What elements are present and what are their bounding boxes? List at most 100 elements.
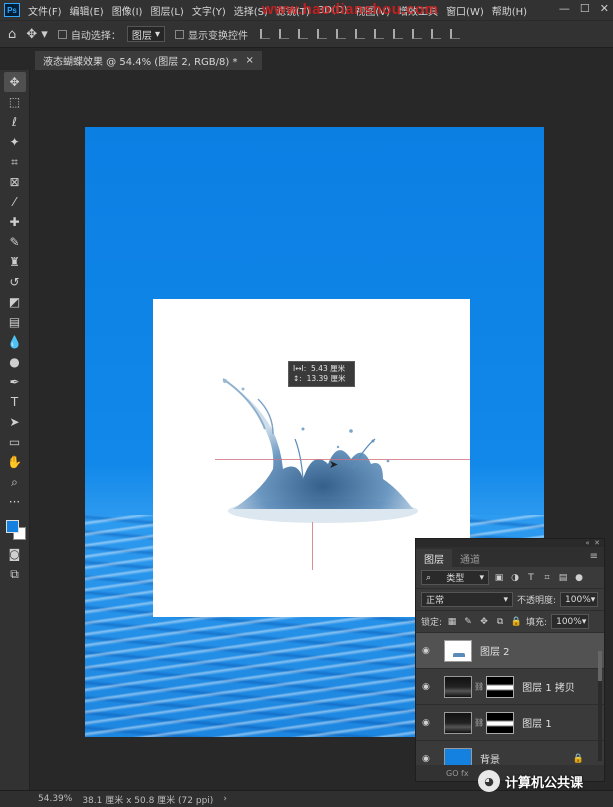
measure-height-row: ↕: 13.39 厘米 bbox=[293, 374, 350, 384]
layer-row-layer-1[interactable]: ◉ ⛓ 图层 1 bbox=[416, 705, 604, 741]
lasso-tool-icon[interactable]: ℓ bbox=[4, 112, 26, 132]
menu-type[interactable]: 文字(Y) bbox=[192, 3, 226, 18]
document-tab-title: 液态蝴蝶效果 @ 54.4% (图层 2, RGB/8) * bbox=[43, 57, 238, 68]
chain-link-icon[interactable]: ⛓ bbox=[474, 718, 484, 727]
menu-help[interactable]: 帮助(H) bbox=[492, 3, 527, 18]
gradient-tool-icon[interactable]: ▤ bbox=[4, 312, 26, 332]
layers-scrollbar-thumb[interactable] bbox=[598, 651, 602, 681]
magic-wand-tool-icon[interactable]: ✦ bbox=[4, 132, 26, 152]
pen-tool-icon[interactable]: ✒ bbox=[4, 372, 26, 392]
auto-select-checkbox[interactable] bbox=[57, 29, 67, 39]
align-top-icon[interactable] bbox=[317, 29, 328, 39]
eye-icon[interactable]: ◉ bbox=[422, 682, 436, 692]
eye-icon[interactable]: ◉ bbox=[422, 718, 436, 728]
rectangle-tool-icon[interactable]: ▭ bbox=[4, 432, 26, 452]
lock-position-icon[interactable]: ✥ bbox=[478, 617, 490, 627]
blend-row: 正常 ▾ 不透明度: 100% ▾ bbox=[416, 589, 604, 611]
close-window-icon[interactable]: ✕ bbox=[600, 2, 609, 15]
move-tool-preset-icon[interactable]: ✥ ▾ bbox=[26, 27, 48, 42]
distribute-v-icon[interactable] bbox=[412, 29, 423, 39]
home-icon[interactable]: ⌂ bbox=[8, 27, 16, 42]
auto-select-dropdown[interactable]: 图层 ▾ bbox=[126, 26, 166, 42]
foreground-color-swatch[interactable] bbox=[5, 520, 19, 533]
stamp-tool-icon[interactable]: ♜ bbox=[4, 252, 26, 272]
move-tool-icon[interactable]: ✥ bbox=[3, 72, 26, 92]
eye-icon[interactable]: ◉ bbox=[422, 754, 436, 764]
layer-filter-value: 类型 bbox=[446, 574, 465, 584]
eye-icon[interactable]: ◉ bbox=[422, 646, 436, 656]
frame-tool-icon[interactable]: ⊠ bbox=[4, 172, 26, 192]
menu-layer[interactable]: 图层(L) bbox=[150, 3, 183, 18]
blur-tool-icon[interactable]: 💧 bbox=[4, 332, 26, 352]
filter-adjustment-icon[interactable]: ◑ bbox=[509, 573, 521, 583]
fill-value: 100% bbox=[556, 616, 582, 627]
panel-collapse-bar[interactable]: « ✕ bbox=[416, 539, 604, 547]
lock-image-icon[interactable]: ✎ bbox=[462, 617, 474, 627]
more-options-icon[interactable] bbox=[450, 29, 461, 39]
layer-row-layer-2[interactable]: ◉ 图层 2 bbox=[416, 633, 604, 669]
panel-menu-icon[interactable]: ≡ bbox=[590, 551, 598, 562]
menu-file[interactable]: 文件(F) bbox=[28, 3, 62, 18]
filter-pixel-icon[interactable]: ▣ bbox=[493, 573, 505, 583]
chain-link-icon[interactable]: ⛓ bbox=[474, 682, 484, 691]
layer-filter-dropdown[interactable]: ⌕ 类型 ▾ bbox=[421, 570, 489, 585]
zoom-tool-icon[interactable]: ⌕ bbox=[4, 472, 26, 492]
layer-row-layer-1-copy[interactable]: ◉ ⛓ 图层 1 拷贝 bbox=[416, 669, 604, 705]
water-splash-image bbox=[222, 378, 418, 523]
eyedropper-tool-icon[interactable]: ⁄ bbox=[4, 192, 26, 212]
quick-mask-icon[interactable]: ◙ bbox=[4, 544, 26, 564]
lock-transparent-icon[interactable]: ▦ bbox=[446, 617, 458, 627]
align-bottom-icon[interactable] bbox=[355, 29, 366, 39]
align-right-icon[interactable] bbox=[298, 29, 309, 39]
brush-tool-icon[interactable]: ✎ bbox=[4, 232, 26, 252]
panel-tabs: 图层 通道 ≡ bbox=[416, 547, 604, 567]
screen-mode-icon[interactable]: ⧉ bbox=[4, 564, 26, 584]
distribute-icon[interactable] bbox=[374, 29, 385, 39]
menu-window[interactable]: 窗口(W) bbox=[446, 3, 484, 18]
status-arrow-icon[interactable]: › bbox=[223, 794, 227, 804]
crop-tool-icon[interactable]: ⌗ bbox=[4, 152, 26, 172]
hand-tool-icon[interactable]: ✋ bbox=[4, 452, 26, 472]
path-selection-tool-icon[interactable]: ➤ bbox=[4, 412, 26, 432]
layer-mask-thumbnail[interactable] bbox=[486, 711, 515, 734]
opacity-field[interactable]: 100% ▾ bbox=[560, 592, 599, 607]
menu-image[interactable]: 图像(I) bbox=[112, 3, 143, 18]
align-vcenter-icon[interactable] bbox=[336, 29, 347, 39]
blend-mode-dropdown[interactable]: 正常 ▾ bbox=[421, 592, 513, 607]
history-brush-tool-icon[interactable]: ↺ bbox=[4, 272, 26, 292]
type-tool-icon[interactable]: T bbox=[4, 392, 26, 412]
distribute-h-icon[interactable] bbox=[393, 29, 404, 39]
more-tools-icon[interactable]: ··· bbox=[4, 492, 26, 512]
show-transform-checkbox[interactable] bbox=[175, 29, 185, 39]
color-swatches bbox=[4, 518, 26, 544]
eraser-tool-icon[interactable]: ◩ bbox=[4, 292, 26, 312]
filter-toggle-icon[interactable]: ● bbox=[573, 573, 585, 583]
tab-channels[interactable]: 通道 bbox=[452, 549, 488, 567]
minimize-icon[interactable]: — bbox=[559, 2, 570, 15]
fill-field[interactable]: 100% ▾ bbox=[551, 614, 590, 629]
lock-all-icon[interactable]: 🔒 bbox=[510, 617, 522, 627]
filter-type-icon[interactable]: T bbox=[525, 573, 537, 583]
lock-artboard-icon[interactable]: ⧉ bbox=[494, 617, 506, 627]
healing-brush-tool-icon[interactable]: ✚ bbox=[4, 212, 26, 232]
document-size: 38.1 厘米 x 50.8 厘米 (72 ppi) bbox=[82, 795, 214, 806]
layers-scrollbar[interactable] bbox=[598, 651, 602, 761]
marquee-tool-icon[interactable]: ⬚ bbox=[4, 92, 26, 112]
align-left-icon[interactable] bbox=[260, 29, 271, 39]
distribute-spacing-icon[interactable] bbox=[431, 29, 442, 39]
layers-panel: « ✕ 图层 通道 ≡ ⌕ 类型 ▾ ▣ ◑ T ⌗ ▤ ● 正常 ▾ 不透明度… bbox=[415, 538, 605, 782]
filter-shape-icon[interactable]: ⌗ bbox=[541, 573, 553, 583]
smart-guide-horizontal bbox=[215, 459, 470, 460]
maximize-icon[interactable]: ☐ bbox=[580, 2, 590, 15]
close-tab-icon[interactable]: × bbox=[245, 55, 253, 66]
layer-mask-thumbnail[interactable] bbox=[486, 675, 515, 698]
document-tab[interactable]: 液态蝴蝶效果 @ 54.4% (图层 2, RGB/8) * × bbox=[35, 51, 262, 70]
dodge-tool-icon[interactable]: ● bbox=[4, 352, 26, 372]
link-layers-icon[interactable]: GO fx bbox=[446, 769, 469, 778]
tab-layers[interactable]: 图层 bbox=[416, 549, 452, 567]
zoom-level[interactable]: 54.39% bbox=[38, 794, 72, 804]
photoshop-logo-icon[interactable]: Ps bbox=[4, 3, 20, 17]
filter-smart-object-icon[interactable]: ▤ bbox=[557, 573, 569, 583]
align-hcenter-icon[interactable] bbox=[279, 29, 290, 39]
menu-edit[interactable]: 编辑(E) bbox=[70, 3, 104, 18]
